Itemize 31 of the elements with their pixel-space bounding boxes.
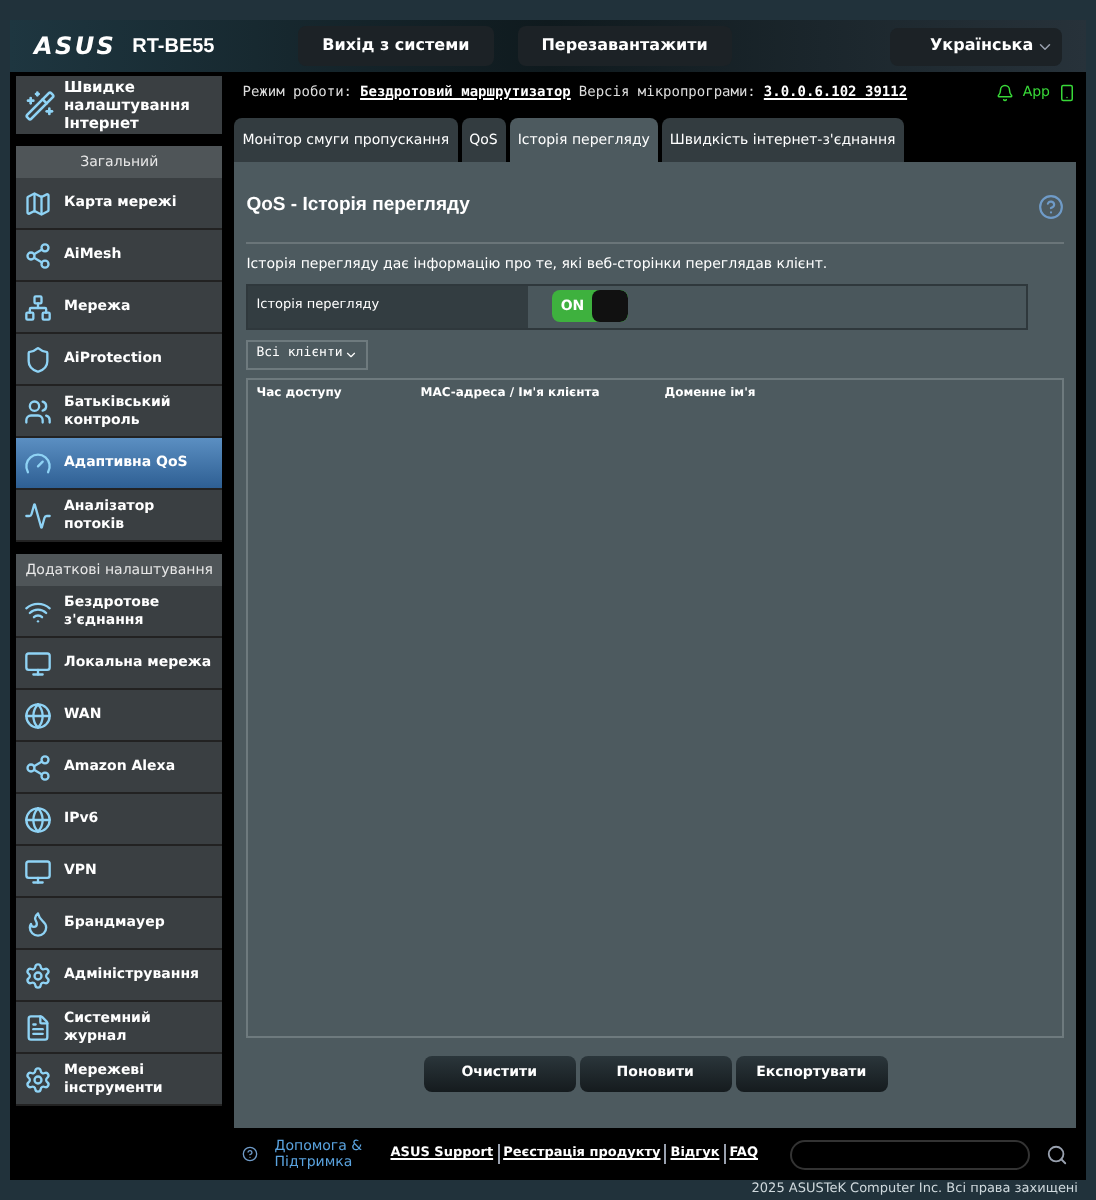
globe-icon <box>24 701 52 729</box>
pulse-icon <box>24 501 52 529</box>
wand-icon <box>24 89 56 121</box>
settings-icon <box>24 1065 52 1093</box>
brand-logo: ASUS <box>34 30 117 64</box>
nodes-icon <box>24 753 52 781</box>
settings-icon <box>24 961 52 989</box>
header-button[interactable]: Перезавантажити <box>517 26 732 66</box>
header-button[interactable]: Вихід з системи <box>298 26 494 66</box>
panel-title: QoS - Історія перегляду <box>246 191 470 220</box>
monitor-icon <box>24 649 52 677</box>
nodes-icon <box>24 241 52 269</box>
document-icon <box>24 1013 52 1041</box>
network-icon <box>24 293 52 321</box>
language-dropdown[interactable]: Українська <box>890 27 1062 65</box>
search-icon[interactable] <box>1046 1143 1068 1165</box>
device-icon <box>1058 83 1076 101</box>
bell-icon <box>996 83 1015 101</box>
wifi-icon <box>24 597 52 625</box>
users-icon <box>24 397 52 425</box>
monitor-icon <box>24 857 52 885</box>
model-name: RT-BE55 <box>132 33 217 61</box>
shield-icon <box>24 345 52 373</box>
search-field[interactable] <box>790 1139 1030 1169</box>
toggle-knob <box>592 290 629 322</box>
globe-icon <box>24 805 52 833</box>
help-icon <box>242 1146 259 1162</box>
help-icon[interactable] <box>1038 193 1064 219</box>
flame-icon <box>24 909 52 937</box>
caret-icon <box>344 347 359 361</box>
gauge-icon <box>24 449 52 477</box>
